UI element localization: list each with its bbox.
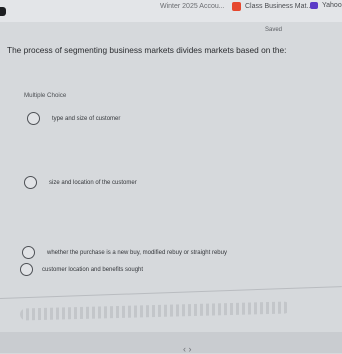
radio-button[interactable] (27, 112, 40, 125)
saved-status: Saved (265, 27, 283, 33)
radio-button[interactable] (20, 263, 33, 276)
tab-label: Class Business Mat... (245, 3, 313, 10)
answer-option[interactable]: customer location and benefits sought (20, 263, 143, 276)
yahoo-icon (310, 2, 318, 9)
next-question-preview (19, 301, 291, 321)
radio-button[interactable] (24, 176, 37, 189)
option-label[interactable]: customer location and benefits sought (42, 267, 143, 273)
tab-class-business[interactable]: Class Business Mat... (232, 2, 312, 11)
window-edge-icon (0, 7, 6, 16)
answer-option[interactable]: whether the purchase is a new buy, modif… (22, 246, 227, 259)
question-type-label: Multiple Choice (24, 92, 67, 99)
question-text: The process of segmenting business marke… (7, 45, 287, 55)
answer-option[interactable]: type and size of customer (27, 112, 120, 125)
tab-label: Yahoo (322, 2, 342, 9)
tab-winter-accounting[interactable]: Winter 2025 Accou... (156, 2, 225, 11)
option-label[interactable]: type and size of customer (52, 116, 120, 122)
browser-tab-bar: Winter 2025 Accou... Class Business Mat.… (0, 0, 342, 22)
mcgraw-hill-icon (232, 2, 241, 11)
bottom-toolbar (0, 332, 342, 353)
answer-option[interactable]: size and location of the customer (24, 176, 137, 189)
divider (0, 286, 342, 299)
tab-label: Winter 2025 Accou... (160, 3, 225, 10)
radio-button[interactable] (22, 246, 35, 259)
option-label[interactable]: size and location of the customer (49, 180, 137, 186)
option-label[interactable]: whether the purchase is a new buy, modif… (47, 250, 227, 256)
tab-yahoo[interactable]: Yahoo (310, 2, 342, 9)
